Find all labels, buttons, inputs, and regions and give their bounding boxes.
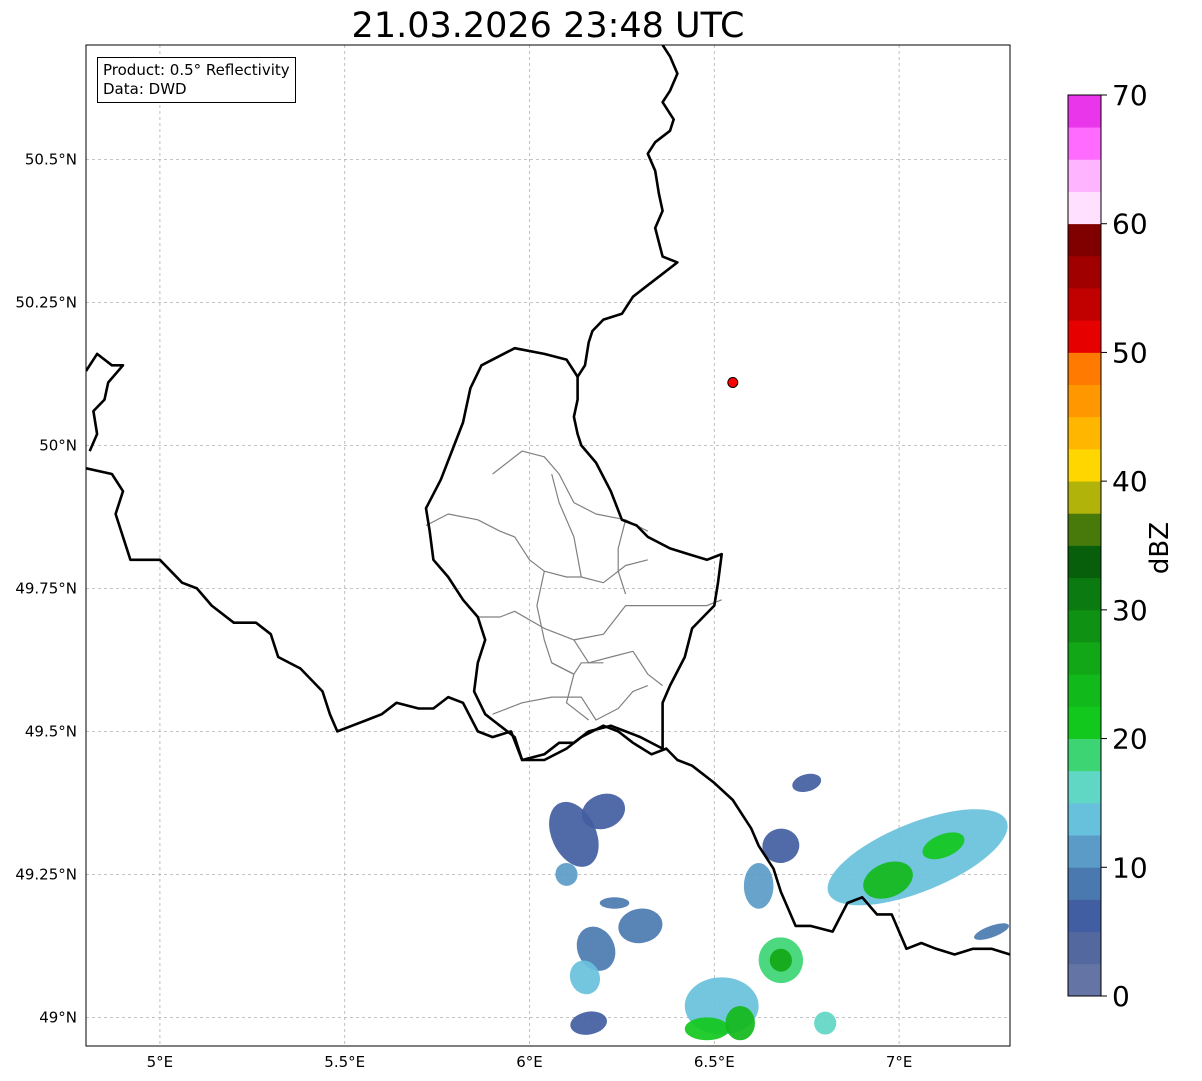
colorbar-segment [1068,448,1101,482]
echo-cell [684,1017,730,1041]
colorbar-tick-label: 50 [1112,336,1148,369]
colorbar-segment [1068,481,1101,514]
colorbar-segment [1068,127,1101,160]
colorbar-tick-label: 70 [1112,79,1148,112]
data-source-line: Data: DWD [103,80,187,98]
colorbar-segment [1068,642,1101,675]
colorbar-tick-label: 20 [1112,723,1148,756]
colorbar-segment [1068,416,1101,450]
radar-site-marker [727,376,739,388]
colorbar-segment [1068,223,1101,257]
echo-cell [599,897,630,909]
colorbar-tick-label: 10 [1112,851,1148,884]
colorbar-segment [1068,352,1101,386]
lon-tick-label: 7°E [886,1053,913,1071]
lat-tick-label: 49.75°N [15,579,77,597]
lon-tick-label: 6.5°E [694,1053,735,1071]
colorbar-label: dBZ [1145,521,1175,575]
map-title: 21.03.2026 23:48 UTC [351,6,745,46]
lat-tick-label: 49.5°N [25,722,77,740]
colorbar-segment [1068,577,1101,611]
lon-tick-label: 5°E [147,1053,174,1071]
colorbar-segment [1068,159,1101,192]
colorbar-segment [1068,770,1101,804]
colorbar-segment [1068,963,1101,997]
colorbar-tick-label: 30 [1112,594,1148,627]
echo-cell [814,1011,837,1035]
radar-site-marker-layer [727,376,739,388]
lat-tick-label: 50.25°N [15,293,77,311]
lon-tick-label: 6°E [516,1053,543,1071]
colorbar-segment [1068,802,1101,836]
radar-map-figure: 5°E 5.5°E 6°E 6.5°E 7°E 49°N 49.25°N 49.5°N 49.7… [15,44,1148,1071]
product-line: Product: 0.5° Reflectivity [103,61,290,79]
colorbar-segment [1068,288,1101,321]
colorbar-segment [1068,738,1101,772]
colorbar-segment [1068,899,1101,933]
lat-tick-label: 49°N [39,1008,77,1026]
colorbar-segment [1068,609,1101,643]
colorbar-segment [1068,95,1101,128]
colorbar-tick-label: 40 [1112,465,1148,498]
echo-cell [725,1005,755,1041]
colorbar-tick-label: 60 [1112,208,1148,241]
lat-tick-label: 50°N [39,436,77,454]
colorbar: 0 10 20 30 40 50 60 70 [1067,79,1148,1013]
colorbar-segment [1068,674,1101,707]
colorbar-segment [1068,513,1101,546]
lat-tick-label: 49.25°N [15,865,77,883]
colorbar-segment [1068,191,1101,225]
colorbar-segment [1068,706,1101,739]
colorbar-segment [1068,931,1101,965]
echo-cell [743,862,774,909]
lon-tick-label: 5.5°E [324,1053,365,1071]
colorbar-segment [1068,384,1101,418]
colorbar-segment [1068,255,1101,289]
colorbar-segment [1068,867,1101,900]
product-info-box: Product: 0.5° Reflectivity Data: DWD [97,57,296,103]
colorbar-segment [1068,835,1101,868]
lat-tick-label: 50.5°N [25,150,77,168]
colorbar-segment [1068,320,1101,353]
colorbar-segment [1068,545,1101,579]
colorbar-tick-label: 0 [1112,980,1130,1013]
